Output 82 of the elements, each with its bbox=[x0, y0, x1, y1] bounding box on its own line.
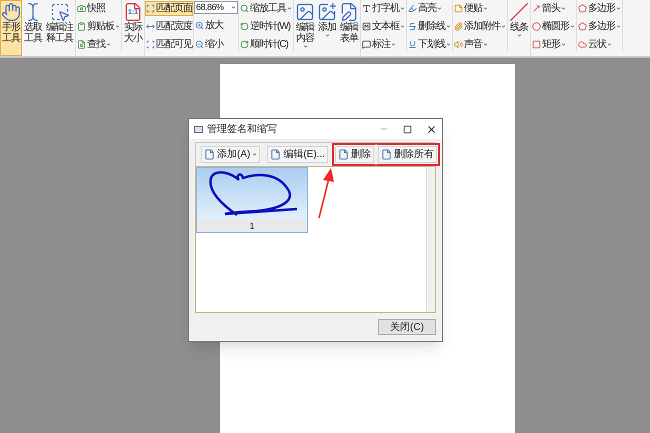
toolbar-button[interactable]: 椭圆形 bbox=[531, 19, 576, 34]
toolbar-button[interactable]: 快照 bbox=[76, 1, 121, 16]
ellipse-icon bbox=[532, 22, 541, 31]
window-title: 管理签名和缩写 bbox=[207, 122, 278, 136]
toolbar-button[interactable]: 添加附件 bbox=[453, 19, 507, 34]
rectangle-icon bbox=[532, 40, 541, 49]
toolbar-button[interactable]: 逆时针(W) bbox=[239, 19, 293, 34]
form-pencil-icon bbox=[339, 2, 359, 22]
document-icon bbox=[204, 149, 215, 160]
fit-page-icon bbox=[146, 4, 155, 13]
underline-icon bbox=[408, 40, 417, 49]
image-plus-icon bbox=[317, 2, 337, 22]
paperclip-icon bbox=[454, 22, 463, 31]
clipboard-icon bbox=[77, 22, 86, 31]
toolbar-button[interactable]: 打字机 bbox=[361, 1, 406, 16]
toolbar-button[interactable]: 缩放工具 bbox=[239, 1, 293, 16]
page-icon bbox=[123, 2, 143, 22]
hand-icon bbox=[1, 2, 21, 22]
fit-visible-icon bbox=[146, 40, 155, 49]
cloud-icon bbox=[578, 40, 587, 49]
toolbar-button[interactable]: 添加 bbox=[316, 0, 338, 56]
annotation-arrow bbox=[316, 166, 336, 220]
toolbar-button[interactable]: 多边形 bbox=[577, 1, 622, 16]
search-icon bbox=[240, 4, 249, 13]
toolbar-button[interactable]: 线条 bbox=[508, 0, 530, 56]
toolbar-button[interactable]: 手形工具 bbox=[0, 0, 22, 56]
toolbar-button[interactable]: 选取工具 bbox=[22, 0, 44, 56]
document-icon bbox=[270, 149, 282, 160]
toolbar-button[interactable]: 顺时针(C) bbox=[239, 37, 293, 52]
toolbar-button[interactable]: 放大 bbox=[194, 18, 238, 33]
zoom-field[interactable]: 68.86% bbox=[194, 1, 238, 14]
zoom-in-icon bbox=[195, 21, 204, 30]
toolbar-button[interactable]: 矩形 bbox=[531, 37, 576, 52]
dialog-toolbar-button[interactable]: 添加(A) bbox=[201, 146, 260, 163]
caret-icon bbox=[252, 152, 258, 157]
toolbar-button[interactable]: 匹配可见 bbox=[145, 37, 193, 52]
rotate-left-icon bbox=[240, 22, 249, 31]
toolbar-button[interactable]: 编辑表单 bbox=[338, 0, 360, 56]
toolbar-button[interactable]: 缩小 bbox=[194, 37, 238, 52]
toolbar-button[interactable]: 匹配页面 bbox=[145, 1, 193, 16]
highlight-icon bbox=[408, 4, 417, 13]
signature-thumbnail[interactable]: 1 bbox=[196, 167, 308, 233]
zoom-out-icon bbox=[195, 40, 204, 49]
camera-icon bbox=[77, 4, 86, 13]
document-icon bbox=[338, 149, 350, 160]
toolbar-button[interactable]: 便贴 bbox=[453, 1, 507, 16]
line-icon bbox=[509, 2, 529, 22]
callout-icon bbox=[362, 40, 371, 49]
arrow-icon bbox=[532, 4, 541, 13]
close-dialog-button[interactable]: 关闭(C) bbox=[378, 319, 436, 335]
fit-width-icon bbox=[146, 22, 155, 31]
strikethrough-icon bbox=[408, 22, 417, 31]
document-icon bbox=[381, 149, 392, 160]
speaker-icon bbox=[454, 40, 463, 49]
dialog-toolbar-button[interactable]: 编辑(E)... bbox=[267, 146, 328, 163]
polygon-icon bbox=[578, 22, 587, 31]
signature-label: 1 bbox=[197, 220, 307, 232]
selection-pointer-icon bbox=[50, 2, 70, 22]
toolbar-button[interactable]: 编辑注释工具 bbox=[44, 0, 75, 56]
toolbar-button[interactable]: 删除线 bbox=[407, 19, 452, 34]
toolbar-button[interactable]: 文本框 bbox=[361, 19, 406, 34]
toolbar-button[interactable]: 编辑内容 bbox=[294, 0, 316, 56]
toolbar-button[interactable]: 查找 bbox=[76, 37, 121, 52]
polygon-icon bbox=[578, 4, 587, 13]
dialog-toolbar-button[interactable]: 删除所有 bbox=[378, 146, 438, 163]
rotate-right-icon bbox=[240, 40, 249, 49]
close-icon[interactable] bbox=[426, 124, 437, 134]
toolbar-button[interactable]: 高亮 bbox=[407, 1, 452, 16]
dialog-toolbar-button[interactable]: 删除 bbox=[335, 146, 374, 163]
maximize-icon[interactable] bbox=[403, 124, 412, 134]
toolbar-button[interactable]: 标注 bbox=[361, 37, 406, 52]
toolbar-button[interactable]: 多边形 bbox=[577, 19, 622, 34]
sticky-note-icon bbox=[454, 4, 463, 13]
toolbar-button[interactable]: 匹配宽度 bbox=[145, 19, 193, 34]
toolbar-button[interactable]: 声音 bbox=[453, 37, 507, 52]
toolbar-button[interactable]: 下划线 bbox=[407, 37, 452, 52]
toolbar-button[interactable]: 箭头 bbox=[531, 1, 576, 16]
vertical-scrollbar[interactable] bbox=[426, 167, 435, 312]
file-search-icon bbox=[77, 40, 86, 49]
toolbar-button[interactable]: 云状 bbox=[577, 37, 622, 52]
window-icon bbox=[194, 126, 203, 132]
toolbar-button[interactable]: 剪贴板 bbox=[76, 19, 121, 34]
